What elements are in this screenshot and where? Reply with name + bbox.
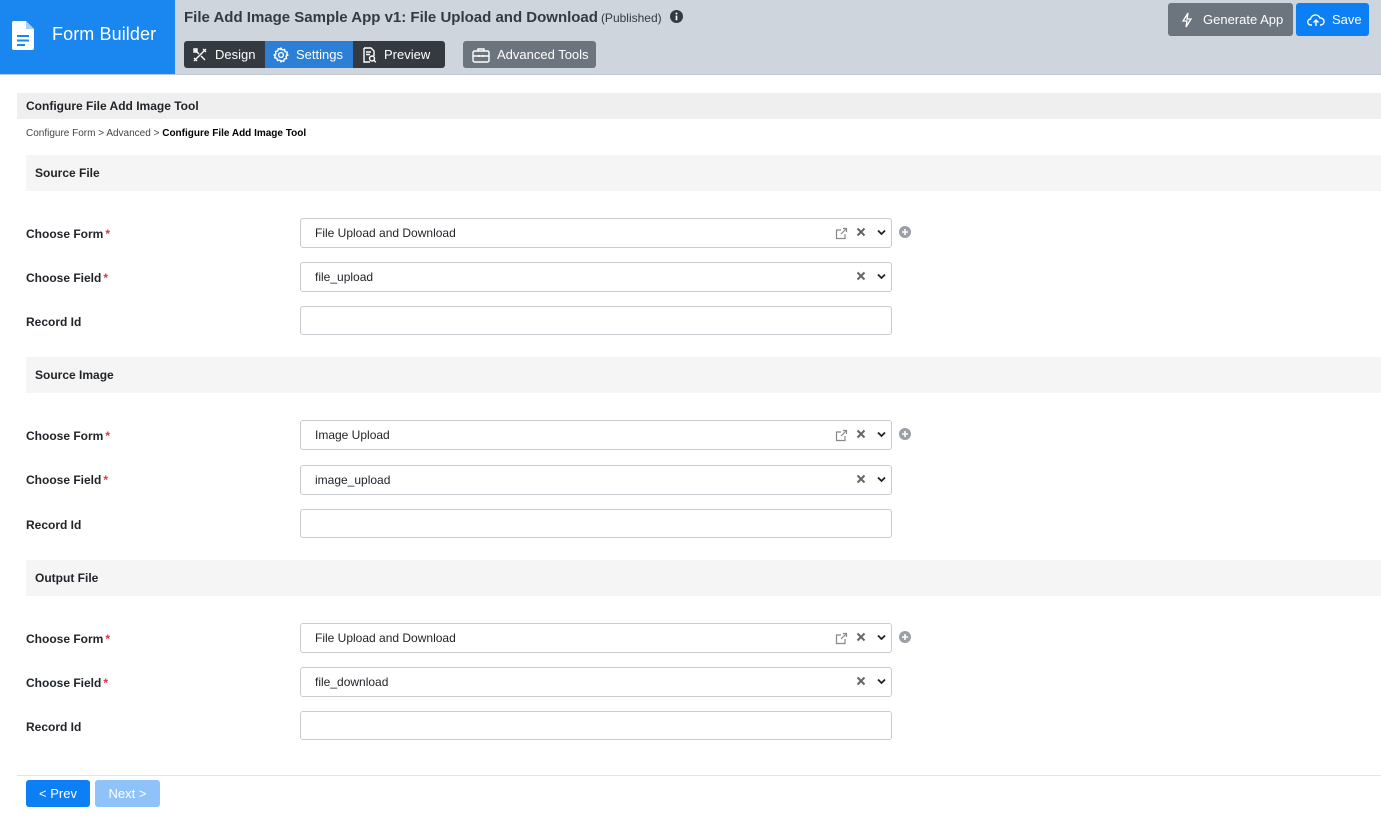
- next-button[interactable]: Next >: [95, 780, 160, 807]
- app-status: (Published): [600, 11, 662, 25]
- section-output-file: Output File: [26, 560, 1381, 596]
- label-text: Choose Field: [26, 676, 102, 690]
- save-button[interactable]: Save: [1296, 3, 1369, 36]
- required-mark: *: [103, 473, 109, 487]
- tab-preview[interactable]: Preview: [353, 41, 445, 68]
- breadcrumb-item-advanced[interactable]: Advanced: [106, 128, 150, 139]
- source-file-record-id-input[interactable]: [300, 306, 892, 335]
- chevron-down-icon[interactable]: [877, 273, 886, 280]
- selected-value: Image Upload: [315, 428, 390, 442]
- breadcrumb-separator: >: [153, 128, 160, 139]
- save-label: Save: [1332, 12, 1362, 27]
- selected-value: file_upload: [315, 270, 374, 284]
- generate-app-button[interactable]: Generate App: [1168, 3, 1293, 36]
- output-file-field-select[interactable]: file_download: [300, 667, 892, 697]
- required-mark: *: [105, 429, 111, 443]
- design-tools-icon: [193, 47, 207, 61]
- chevron-down-icon[interactable]: [877, 678, 886, 685]
- add-circle-icon[interactable]: [899, 428, 911, 440]
- selected-value: image_upload: [315, 473, 391, 487]
- required-mark: *: [103, 271, 109, 285]
- label-text: Choose Form: [26, 429, 104, 443]
- breadcrumb-separator: >: [98, 128, 105, 139]
- clear-icon[interactable]: [856, 676, 866, 686]
- label-text: Choose Field: [26, 271, 102, 285]
- add-circle-icon[interactable]: [899, 631, 911, 643]
- clear-icon[interactable]: [856, 474, 866, 484]
- top-bar: Form Builder File Add Image Sample App v…: [0, 0, 1381, 75]
- chevron-down-icon[interactable]: [877, 229, 886, 236]
- chevron-down-icon[interactable]: [877, 431, 886, 438]
- clear-icon[interactable]: [856, 429, 866, 439]
- section-source-file: Source File: [26, 155, 1381, 191]
- chevron-down-icon[interactable]: [877, 476, 886, 483]
- record-id-label: Record Id: [26, 720, 82, 734]
- tab-design-label: Design: [215, 47, 256, 62]
- preview-icon: [363, 46, 377, 63]
- source-image-record-id-input[interactable]: [300, 509, 892, 538]
- label-text: Choose Field: [26, 473, 102, 487]
- generate-app-label: Generate App: [1203, 12, 1284, 27]
- choose-field-label: Choose Field *: [26, 271, 108, 285]
- choose-form-label: Choose Form *: [26, 429, 110, 443]
- tab-preview-label: Preview: [384, 47, 431, 62]
- choose-form-label: Choose Form *: [26, 632, 110, 646]
- cloud-upload-icon: [1307, 13, 1325, 26]
- toolbox-icon: [472, 47, 490, 63]
- prev-button[interactable]: < Prev: [26, 780, 90, 807]
- selected-value: File Upload and Download: [315, 631, 456, 645]
- page-title: Configure File Add Image Tool: [17, 93, 1381, 119]
- choose-form-label: Choose Form *: [26, 227, 110, 241]
- tab-settings[interactable]: Settings: [265, 41, 353, 68]
- add-circle-icon[interactable]: [899, 226, 911, 238]
- section-source-image: Source Image: [26, 357, 1381, 393]
- external-link-icon[interactable]: [835, 632, 848, 645]
- document-icon: [12, 21, 34, 50]
- label-text: Choose Form: [26, 227, 104, 241]
- view-tabs: Design Settings Preview: [184, 41, 445, 68]
- brand[interactable]: Form Builder: [0, 0, 175, 74]
- gear-icon: [273, 46, 289, 63]
- label-text: Choose Form: [26, 632, 104, 646]
- output-file-form-select[interactable]: File Upload and Download: [300, 623, 892, 653]
- clear-icon[interactable]: [856, 632, 866, 642]
- selected-value: file_download: [315, 675, 389, 689]
- source-image-field-select[interactable]: image_upload: [300, 465, 892, 495]
- lightning-icon: [1181, 12, 1193, 27]
- tab-design[interactable]: Design: [184, 41, 265, 68]
- selected-value: File Upload and Download: [315, 226, 456, 240]
- choose-field-label: Choose Field *: [26, 473, 108, 487]
- info-icon[interactable]: [669, 10, 683, 23]
- record-id-label: Record Id: [26, 518, 82, 532]
- source-file-field-select[interactable]: file_upload: [300, 262, 892, 292]
- source-file-form-select[interactable]: File Upload and Download: [300, 218, 892, 248]
- footer-divider: [17, 775, 1381, 776]
- required-mark: *: [105, 227, 111, 241]
- app-title-text: File Add Image Sample App v1: File Uploa…: [184, 9, 598, 26]
- clear-icon[interactable]: [856, 227, 866, 237]
- breadcrumb-current: Configure File Add Image Tool: [162, 128, 307, 139]
- chevron-down-icon[interactable]: [877, 634, 886, 641]
- choose-field-label: Choose Field *: [26, 676, 108, 690]
- external-link-icon[interactable]: [835, 227, 848, 240]
- advanced-tools-label: Advanced Tools: [497, 47, 589, 62]
- source-image-form-select[interactable]: Image Upload: [300, 420, 892, 450]
- advanced-tools-button[interactable]: Advanced Tools: [463, 41, 596, 68]
- breadcrumb-item-configure-form[interactable]: Configure Form: [26, 128, 95, 139]
- record-id-label: Record Id: [26, 315, 82, 329]
- app-title: File Add Image Sample App v1: File Uploa…: [184, 9, 683, 26]
- brand-name: Form Builder: [52, 24, 157, 44]
- breadcrumb: Configure Form > Advanced > Configure Fi…: [26, 128, 306, 139]
- required-mark: *: [103, 676, 109, 690]
- tab-settings-label: Settings: [296, 47, 343, 62]
- required-mark: *: [105, 632, 111, 646]
- clear-icon[interactable]: [856, 271, 866, 281]
- external-link-icon[interactable]: [835, 429, 848, 442]
- output-file-record-id-input[interactable]: [300, 711, 892, 740]
